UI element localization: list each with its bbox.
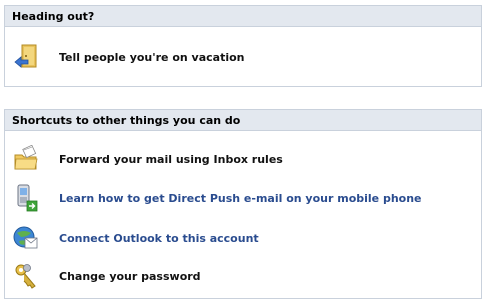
shortcuts-panel: Shortcuts to other things you can do For…	[4, 109, 482, 299]
forward-mail-item[interactable]: Forward your mail using Inbox rules	[13, 144, 477, 174]
change-password-link[interactable]: Change your password	[59, 270, 201, 283]
vacation-link[interactable]: Tell people you're on vacation	[59, 51, 245, 64]
forward-mail-link[interactable]: Forward your mail using Inbox rules	[59, 153, 283, 166]
direct-push-link[interactable]: Learn how to get Direct Push e-mail on y…	[59, 192, 422, 205]
mobile-phone-icon	[13, 184, 39, 212]
vacation-item[interactable]: Tell people you're on vacation	[13, 42, 477, 72]
shortcuts-title: Shortcuts to other things you can do	[5, 110, 481, 131]
door-exit-icon	[13, 43, 39, 71]
heading-out-panel: Heading out? Tell people you're on vacat…	[4, 5, 482, 87]
connect-outlook-link[interactable]: Connect Outlook to this account	[59, 232, 259, 245]
heading-out-title: Heading out?	[5, 6, 481, 27]
direct-push-item[interactable]: Learn how to get Direct Push e-mail on y…	[13, 183, 477, 213]
connect-outlook-item[interactable]: Connect Outlook to this account	[13, 223, 477, 253]
outlook-connect-icon	[13, 224, 39, 252]
change-password-item[interactable]: Change your password	[13, 261, 477, 291]
folder-rules-icon	[13, 145, 39, 173]
keys-icon	[13, 262, 39, 290]
